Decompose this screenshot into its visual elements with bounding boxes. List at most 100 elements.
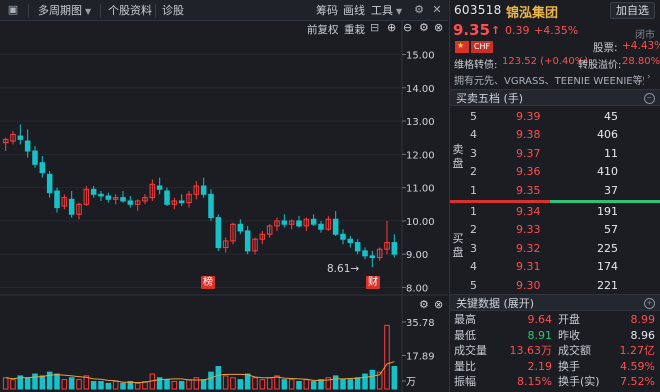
candle-body: [215, 217, 222, 249]
candle[interactable]: [215, 214, 222, 251]
candle-body: [347, 238, 354, 244]
volume-bar: [105, 382, 112, 390]
stock-info-button[interactable]: 个股资料: [108, 3, 152, 18]
candle-body: [105, 195, 112, 200]
candle[interactable]: [208, 189, 214, 221]
ask-row[interactable]: 2 9.36 410: [466, 163, 660, 181]
chevron-down-icon: ▼: [85, 7, 92, 16]
currency-badge: CHF: [471, 41, 493, 53]
candle-body: [178, 200, 185, 204]
volume-bar: [164, 379, 170, 390]
collapse-icon[interactable]: −: [644, 93, 655, 104]
keydata-label: 开盘: [558, 313, 580, 326]
concepts-text[interactable]: 拥有元先、VGRASS、TEENIE WEENIE等知...: [454, 72, 644, 87]
chart-close-icon[interactable]: ⊗: [434, 21, 443, 34]
volume-bar: [90, 381, 97, 390]
candle-body: [310, 218, 317, 225]
price-tick-label: 11.00: [406, 184, 435, 195]
draw-line-button[interactable]: 画线: [343, 3, 365, 18]
keydata-value: 9.64: [527, 313, 553, 326]
bond-value: 123.52 (+0.40%): [502, 56, 589, 67]
volume-bar: [120, 382, 126, 390]
keydata-header[interactable]: 关键数据 (展开) +: [450, 294, 660, 311]
chips-button[interactable]: 筹码: [316, 3, 338, 18]
volume-bar: [215, 366, 222, 390]
candle-body: [32, 150, 38, 165]
keydata-label: 成交量: [454, 344, 487, 358]
orderbook-header[interactable]: 买卖五档 (手) −: [450, 89, 660, 106]
volume-bar: [68, 377, 75, 390]
overlay-toggle[interactable]: 重栽: [344, 22, 365, 37]
diagnose-button[interactable]: 诊股: [162, 3, 184, 18]
keydata-label: 成交额: [558, 344, 591, 358]
tools-dropdown[interactable]: 工具 ▼: [371, 3, 402, 18]
event-flag-finance[interactable]: 财: [366, 276, 380, 289]
ask-row[interactable]: 3 9.37 11: [466, 145, 660, 163]
candle-body: [237, 223, 244, 232]
up-arrow-icon: ↑: [491, 24, 501, 37]
adjust-toggle[interactable]: 前复权: [307, 22, 339, 37]
price-change: 0.39: [505, 24, 530, 37]
volume-bar: [318, 379, 324, 390]
kline-chart[interactable]: 15.00 14.00 13.00 12.00 11.00 10.00 9.00 8.00 3…: [0, 21, 448, 392]
add-watchlist-button[interactable]: 加自选: [610, 2, 655, 19]
stock-code: 603518: [454, 3, 502, 17]
last-price: 9.35: [453, 21, 491, 39]
close-icon[interactable]: ✕: [430, 3, 444, 17]
bid-level: 5: [470, 278, 477, 292]
toolbar-divider: [100, 4, 101, 17]
ask-volume: 11: [604, 146, 618, 160]
zoom-in-icon[interactable]: ⊕: [387, 21, 396, 34]
volume-close-icon[interactable]: ⊗: [434, 298, 443, 311]
period-dropdown[interactable]: 多周期图 ▼: [38, 3, 91, 18]
bid-row[interactable]: 1 9.34 191: [466, 203, 660, 221]
keydata-title: 关键数据 (展开): [456, 297, 535, 310]
settings-icon[interactable]: ⚙: [412, 3, 426, 17]
candle-body: [369, 255, 376, 259]
keydata-value: 8.96: [630, 328, 656, 342]
bid-volume: 191: [597, 205, 618, 218]
event-flag-list[interactable]: 榜: [201, 276, 215, 289]
chevron-right-icon[interactable]: ›: [647, 72, 651, 82]
bid-row[interactable]: 3 9.32 225: [466, 240, 660, 258]
ask-volume: 406: [597, 128, 618, 142]
period-label: 多周期图: [38, 4, 82, 17]
volume-bar: [39, 375, 46, 390]
premium-label: 转股溢价:: [578, 60, 622, 71]
ask-volume: 45: [604, 110, 618, 123]
volume-tick-label: 17.89: [406, 352, 435, 363]
bond-label: 维格转债:: [454, 60, 498, 71]
bid-row[interactable]: 4 9.31 174: [466, 258, 660, 276]
zoom-out-icon[interactable]: ⊖: [403, 21, 412, 34]
volume-bar: [332, 375, 339, 390]
candle-body: [208, 193, 214, 219]
ask-level: 1: [470, 183, 477, 197]
bid-row[interactable]: 5 9.30 221: [466, 277, 660, 295]
bid-row[interactable]: 2 9.33 57: [466, 221, 660, 239]
candle-body: [68, 198, 75, 215]
ask-row[interactable]: 4 9.38 406: [466, 126, 660, 144]
bid-volume: 221: [597, 278, 618, 292]
ask-level: 3: [470, 146, 477, 160]
orderbook-title: 买卖五档 (手): [456, 92, 524, 105]
volume-bar: [98, 381, 104, 390]
lock-icon[interactable]: ⊟: [370, 21, 379, 34]
ask-side-label: 卖盘: [452, 143, 464, 170]
bid-price: 9.30: [516, 278, 541, 292]
tools-label: 工具: [371, 4, 393, 17]
candle-body: [120, 197, 126, 202]
candle-body: [296, 220, 302, 227]
price-tick-label: 8.00: [406, 284, 428, 295]
volume-bar: [296, 381, 302, 390]
expand-icon[interactable]: +: [644, 298, 655, 309]
window-icon[interactable]: ▣: [6, 3, 20, 17]
volume-settings-icon[interactable]: ⚙: [419, 298, 429, 311]
price-tick-label: 12.00: [406, 150, 435, 161]
quote-panel: 603518 锦泓集团 加自选 9.35 ↑ 0.39 +4.35% 闭市 ★ …: [449, 0, 660, 392]
chart-settings-icon[interactable]: ⚙: [419, 21, 429, 34]
stock-change-label: 股票:: [593, 42, 618, 54]
ask-row[interactable]: 5 9.39 45: [466, 108, 660, 126]
candle-body: [318, 223, 324, 230]
ask-row[interactable]: 1 9.35 37: [466, 182, 660, 200]
keydata-value: 8.99: [630, 313, 656, 326]
